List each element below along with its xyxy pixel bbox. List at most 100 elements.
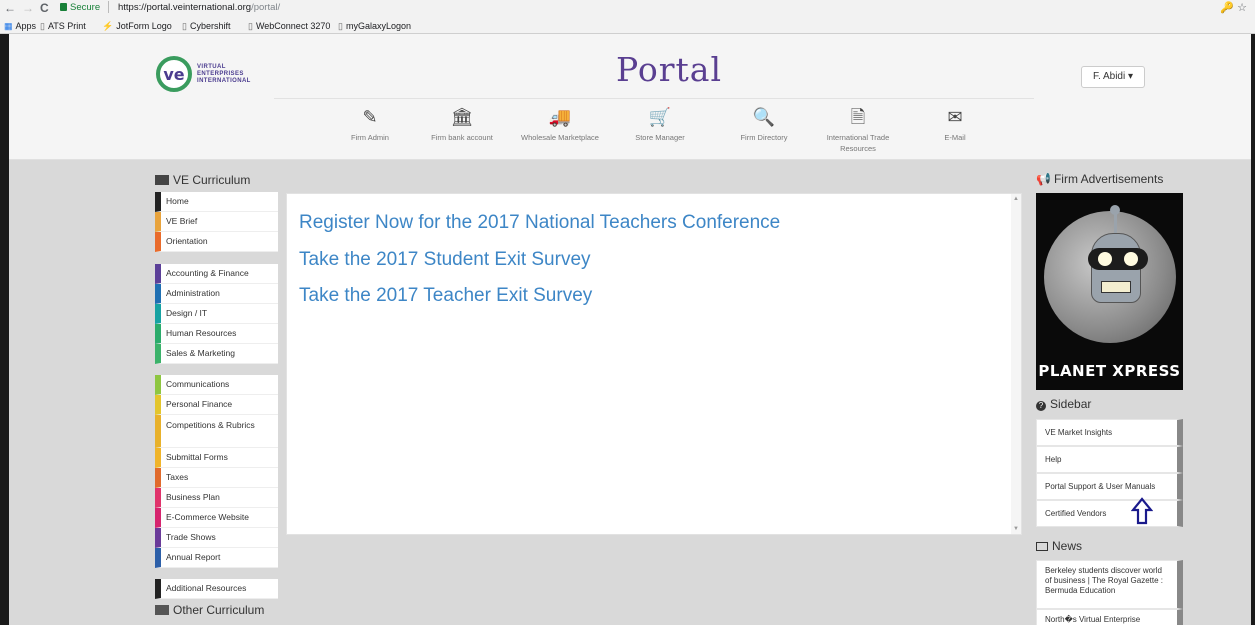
- page-icon: ▯: [40, 21, 45, 31]
- curriculum-group-basics: Home VE Brief Orientation: [155, 192, 278, 252]
- user-menu-button[interactable]: F. Abidi ▾: [1081, 66, 1145, 88]
- curriculum-item-additional-resources[interactable]: Additional Resources: [155, 579, 278, 599]
- other-curriculum-title: Other Curriculum: [155, 602, 264, 618]
- link-student-exit-survey[interactable]: Take the 2017 Student Exit Survey: [299, 249, 591, 271]
- curriculum-item-competitions[interactable]: Competitions & Rubrics: [155, 415, 278, 448]
- link-teachers-conference[interactable]: Register Now for the 2017 National Teach…: [299, 212, 780, 234]
- nav-international-trade-resources[interactable]: 🗎 International Trade Resources: [808, 105, 908, 154]
- curriculum-item-accounting[interactable]: Accounting & Finance: [155, 264, 278, 284]
- scroll-down-icon[interactable]: ▼: [1013, 526, 1019, 532]
- jotform-icon: ⚡: [102, 21, 114, 31]
- curriculum-item-communications[interactable]: Communications: [155, 375, 278, 395]
- section-title-text: Other Curriculum: [173, 603, 265, 617]
- question-circle-icon: ?: [1036, 401, 1046, 411]
- sidebar-title: ? Sidebar: [1036, 397, 1091, 411]
- curriculum-item-annual-report[interactable]: Annual Report: [155, 548, 278, 568]
- curriculum-group-topics: Communications Personal Finance Competit…: [155, 375, 278, 568]
- curriculum-item-ve-brief[interactable]: VE Brief: [155, 212, 278, 232]
- curriculum-item-taxes[interactable]: Taxes: [155, 468, 278, 488]
- apps-icon: ▦: [4, 21, 13, 31]
- curriculum-item-human-resources[interactable]: Human Resources: [155, 324, 278, 344]
- sidebar-item-help[interactable]: Help: [1036, 446, 1183, 473]
- news-item[interactable]: Berkeley students discover world of busi…: [1036, 560, 1183, 609]
- bookmark-mygalaxy[interactable]: ▯ myGalaxyLogon: [338, 18, 411, 34]
- reload-button[interactable]: C: [40, 1, 49, 15]
- nav-label: Wholesale Marketplace: [521, 133, 599, 142]
- page-icon: ▯: [182, 21, 187, 31]
- bookmark-cybershift[interactable]: ▯ Cybershift: [182, 18, 230, 34]
- nav-label: International Trade Resources: [826, 133, 890, 153]
- sidebar-item-portal-support[interactable]: Portal Support & User Manuals: [1036, 473, 1183, 500]
- panel-scrollbar[interactable]: ▲ ▼: [1011, 194, 1021, 534]
- url-path: /portal/: [251, 2, 281, 13]
- curriculum-item-personal-finance[interactable]: Personal Finance: [155, 395, 278, 415]
- ad-caption: PLANET XPRESS: [1038, 362, 1181, 380]
- nav-email[interactable]: ✉ E-Mail: [900, 105, 1010, 143]
- announcements-panel: Register Now for the 2017 National Teach…: [286, 193, 1022, 535]
- bank-icon: 🏛: [450, 107, 474, 127]
- ve-logo[interactable]: ve VIRTUAL ENTERPRISES INTERNATIONAL: [156, 56, 276, 92]
- header-divider: [274, 98, 1034, 99]
- firm-advertisement-image[interactable]: PLANET XPRESS: [1036, 193, 1183, 390]
- page-icon: ▯: [248, 21, 253, 31]
- curriculum-group-additional: Additional Resources: [155, 579, 278, 599]
- scroll-up-icon[interactable]: ▲: [1013, 196, 1019, 202]
- logo-mark: ve: [156, 56, 192, 92]
- nav-wholesale-marketplace[interactable]: 🚚 Wholesale Marketplace: [505, 105, 615, 143]
- firm-ads-title: 📢 Firm Advertisements: [1036, 172, 1163, 186]
- bookmark-label: Apps: [15, 21, 37, 31]
- curriculum-item-design-it[interactable]: Design / IT: [155, 304, 278, 324]
- page-title: Portal: [616, 50, 722, 89]
- envelope-icon: ✉: [947, 107, 963, 127]
- cart-icon: 🛒: [648, 107, 672, 127]
- antenna-graphic: [1114, 211, 1117, 233]
- page-icon: ▯: [338, 21, 343, 31]
- bookmark-label: JotForm Logo: [116, 21, 172, 31]
- bookmark-label: ATS Print: [47, 21, 86, 31]
- curriculum-item-sales-marketing[interactable]: Sales & Marketing: [155, 344, 278, 364]
- sidebar-item-market-insights[interactable]: VE Market Insights: [1036, 419, 1183, 446]
- section-title-text: News: [1052, 539, 1083, 553]
- bookmark-jotform[interactable]: ⚡ JotForm Logo: [102, 18, 172, 34]
- forward-button[interactable]: →: [22, 1, 34, 15]
- link-teacher-exit-survey[interactable]: Take the 2017 Teacher Exit Survey: [299, 285, 592, 307]
- curriculum-item-ecommerce-website[interactable]: E-Commerce Website: [155, 508, 278, 528]
- bookmark-ats-print[interactable]: ▯ ATS Print: [40, 18, 86, 34]
- nav-firm-directory[interactable]: 🔍 Firm Directory: [709, 105, 819, 143]
- ve-curriculum-title: VE Curriculum: [155, 172, 250, 188]
- browser-chrome: ← → C Secure https://portal.veinternatio…: [0, 0, 1255, 34]
- nav-store-manager[interactable]: 🛒 Store Manager: [605, 105, 715, 143]
- curriculum-item-submittal-forms[interactable]: Submittal Forms: [155, 448, 278, 468]
- robot-eye-graphic: [1098, 252, 1112, 266]
- extension-icons[interactable]: 🔑 ☆: [1220, 1, 1247, 14]
- sidebar-links: VE Market Insights Help Portal Support &…: [1036, 419, 1183, 527]
- arrow-up-annotation-icon: [1131, 497, 1153, 525]
- news-item[interactable]: North�s Virtual Enterprise: [1036, 609, 1183, 625]
- nav-label: Store Manager: [635, 133, 685, 142]
- bookmark-label: myGalaxyLogon: [345, 21, 411, 31]
- news-title: News: [1036, 539, 1082, 553]
- logo-line: ENTERPRISES: [197, 71, 244, 77]
- bookmark-apps[interactable]: ▦ Apps: [4, 18, 36, 34]
- curriculum-item-trade-shows[interactable]: Trade Shows: [155, 528, 278, 548]
- url-field[interactable]: https://portal.veinternational.org/porta…: [118, 2, 280, 14]
- logo-wordmark: VIRTUAL ENTERPRISES INTERNATIONAL: [197, 64, 251, 85]
- url-base: https://portal.veinternational.org: [118, 2, 252, 13]
- logo-line: VIRTUAL: [197, 64, 226, 70]
- newspaper-icon: [155, 175, 169, 185]
- curriculum-item-orientation[interactable]: Orientation: [155, 232, 278, 252]
- bookmark-label: Cybershift: [189, 21, 231, 31]
- lock-icon: [60, 3, 67, 11]
- portal-header: ve VIRTUAL ENTERPRISES INTERNATIONAL Por…: [9, 34, 1251, 160]
- window-frame-left: [0, 34, 9, 625]
- nav-firm-bank-account[interactable]: 🏛 Firm bank account: [407, 105, 517, 143]
- bookmarks-bar: ▦ Apps ▯ ATS Print ⚡ JotForm Logo ▯ Cybershi…: [0, 18, 1255, 34]
- newspaper-icon: [1036, 542, 1048, 551]
- back-button[interactable]: ←: [4, 1, 16, 15]
- sidebar-item-certified-vendors[interactable]: Certified Vendors: [1036, 500, 1183, 527]
- curriculum-item-home[interactable]: Home: [155, 192, 278, 212]
- bookmark-webconnect[interactable]: ▯ WebConnect 3270: [248, 18, 330, 34]
- curriculum-item-business-plan[interactable]: Business Plan: [155, 488, 278, 508]
- curriculum-item-administration[interactable]: Administration: [155, 284, 278, 304]
- section-title-text: Sidebar: [1050, 397, 1092, 411]
